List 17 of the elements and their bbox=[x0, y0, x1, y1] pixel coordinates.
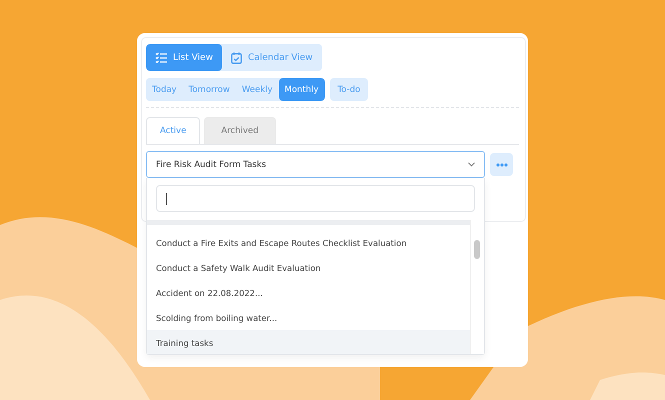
todo-button[interactable]: To-do bbox=[330, 78, 368, 101]
more-button[interactable] bbox=[490, 153, 513, 176]
period-filter-button[interactable]: Monthly bbox=[278, 78, 325, 101]
tab[interactable]: Archived bbox=[204, 117, 276, 144]
scrollbar[interactable] bbox=[470, 220, 484, 354]
calendar-icon bbox=[230, 52, 242, 64]
tab[interactable]: Active bbox=[146, 117, 200, 144]
more-icon bbox=[496, 162, 508, 166]
scrollbar-thumb[interactable] bbox=[474, 240, 480, 259]
task-select[interactable]: Fire Risk Audit Form Tasks bbox=[146, 151, 485, 178]
button-label: Calendar View bbox=[248, 52, 313, 62]
view-toggle-button[interactable]: List View bbox=[146, 44, 222, 71]
search-field[interactable] bbox=[156, 185, 475, 212]
chevron-icon bbox=[468, 162, 475, 167]
dropdown-option[interactable]: Training tasks bbox=[147, 330, 470, 354]
button-label: List View bbox=[173, 52, 213, 62]
list-icon bbox=[155, 52, 167, 63]
